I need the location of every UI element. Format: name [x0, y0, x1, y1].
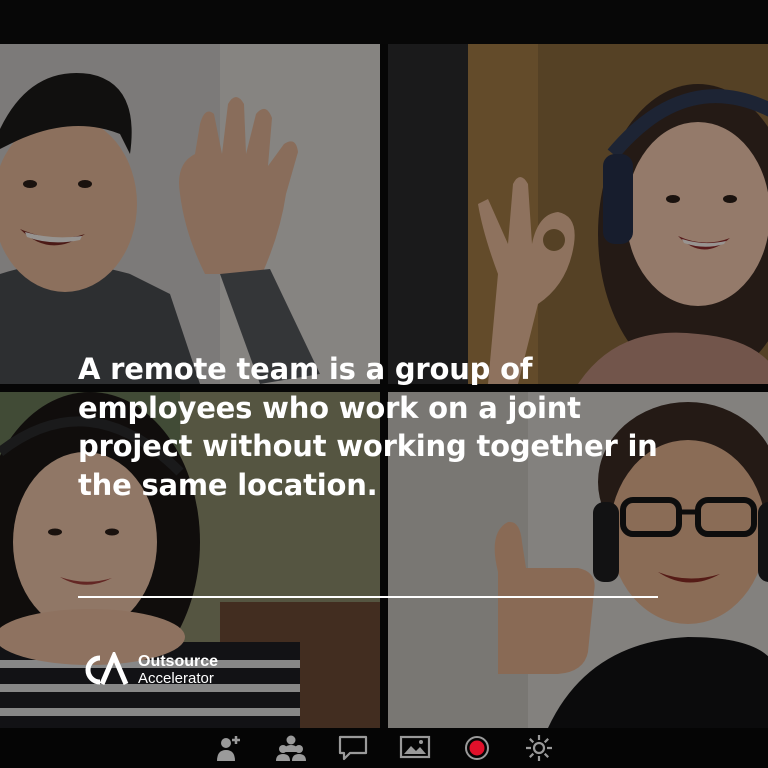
record-button[interactable] [460, 731, 494, 765]
ca-monogram-icon [85, 652, 129, 685]
settings-icon [526, 735, 552, 761]
record-icon [465, 736, 489, 760]
share-screen-button[interactable] [398, 731, 432, 765]
participants-icon [276, 735, 306, 761]
video-tile-top-right[interactable] [388, 44, 768, 384]
participant-waving-image [0, 44, 380, 384]
video-tile-top-left[interactable] [0, 44, 380, 384]
top-bar [0, 0, 768, 44]
brand-logo: Outsource Accelerator [78, 650, 218, 690]
meeting-toolbar [0, 728, 768, 768]
participants-button[interactable] [274, 731, 308, 765]
share-screen-icon [399, 735, 431, 759]
participant-ok-gesture-image [388, 44, 768, 384]
add-participant-button[interactable] [212, 731, 246, 765]
chat-button[interactable] [336, 731, 370, 765]
settings-button[interactable] [522, 731, 556, 765]
headline-text: A remote team is a group of employees wh… [78, 352, 658, 502]
brand-name: Outsource Accelerator [138, 653, 218, 687]
chat-icon [338, 735, 368, 761]
divider-line [78, 596, 658, 598]
brand-line-1: Outsource [138, 653, 219, 670]
brand-line-2: Accelerator [138, 670, 214, 687]
add-participant-icon [217, 736, 240, 761]
